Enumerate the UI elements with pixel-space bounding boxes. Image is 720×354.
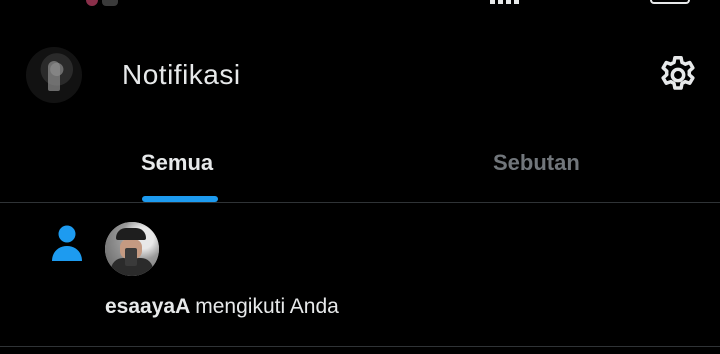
battery-icon (650, 0, 690, 4)
person-icon (50, 225, 84, 263)
status-notification-icons (86, 0, 122, 6)
divider (0, 346, 720, 347)
app-notification-icon (102, 0, 118, 6)
user-avatar[interactable] (105, 222, 159, 276)
signal-icon (490, 0, 550, 4)
gear-icon (661, 56, 695, 90)
notifications-screen: Notifikasi Semua Sebutan esaayaA mengiku… (0, 0, 720, 354)
settings-button[interactable] (656, 53, 700, 97)
app-notification-icon (86, 0, 98, 6)
tab-mentions-label: Sebutan (493, 150, 580, 175)
notification-text: esaayaA mengikuti Anda (105, 295, 339, 319)
status-system-icons (490, 0, 690, 4)
status-bar (0, 0, 720, 10)
avatar-image (48, 61, 60, 91)
tab-bar: Semua Sebutan (0, 130, 720, 202)
tab-mentions[interactable]: Sebutan (360, 130, 720, 202)
notification-action: mengikuti Anda (195, 295, 339, 318)
notification-item[interactable]: esaayaA mengikuti Anda (0, 203, 720, 346)
header: Notifikasi (0, 36, 720, 116)
profile-avatar[interactable] (26, 47, 82, 103)
page-title: Notifikasi (122, 59, 241, 90)
tab-all-label: Semua (141, 150, 214, 175)
tab-all[interactable]: Semua (0, 130, 360, 202)
notification-username[interactable]: esaayaA (105, 295, 190, 318)
